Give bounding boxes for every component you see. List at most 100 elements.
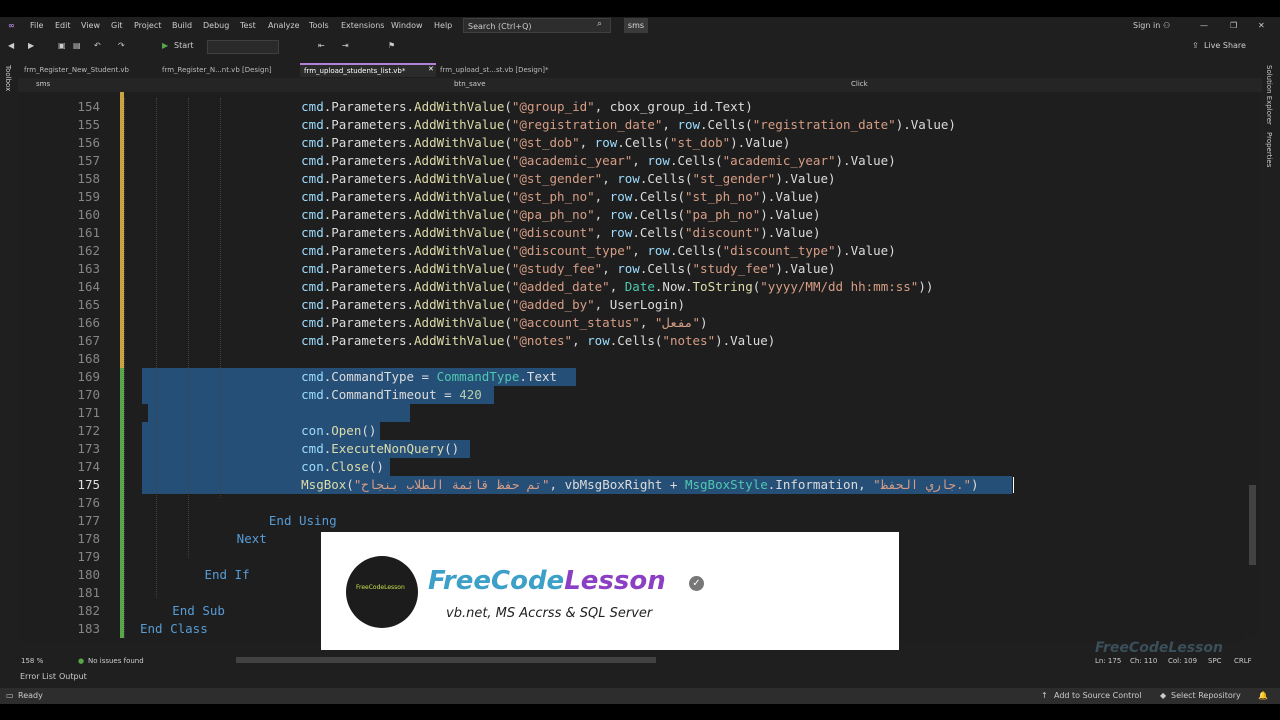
menu-file[interactable]: File [30, 21, 43, 30]
live-share-icon[interactable]: ⇪ [1192, 41, 1199, 50]
code-line[interactable]: cmd.Parameters.AddWithValue("@st_dob", r… [301, 134, 790, 152]
code-line[interactable]: cmd.Parameters.AddWithValue("@study_fee"… [301, 260, 835, 278]
solution-explorer-tab[interactable]: Solution Explorer [1265, 65, 1273, 125]
code-line[interactable]: cmd.Parameters.AddWithValue("@discount",… [301, 224, 820, 242]
bookmark-icon[interactable]: ⚑ [388, 41, 395, 50]
project-dropdown[interactable]: sms [36, 80, 50, 88]
change-tracking-bar-unsaved [120, 92, 124, 368]
close-tab-icon[interactable]: ✕ [428, 65, 434, 73]
save-all-icon[interactable]: ▤ [73, 41, 81, 50]
zoom-level[interactable]: 158 % [21, 657, 43, 665]
menu-test[interactable]: Test [240, 21, 256, 30]
code-line[interactable]: End Class [140, 620, 208, 638]
menu-debug[interactable]: Debug [203, 21, 229, 30]
code-line[interactable]: cmd.Parameters.AddWithValue("@notes", ro… [301, 332, 775, 350]
menu-build[interactable]: Build [172, 21, 192, 30]
indent-icon[interactable]: ⇥ [342, 41, 349, 50]
object-dropdown[interactable]: btn_save [454, 80, 486, 88]
menu-extensions[interactable]: Extensions [341, 21, 384, 30]
start-icon[interactable]: ▶ [162, 41, 168, 50]
line-number: 178 [77, 531, 100, 546]
format-icon[interactable]: ⇤ [318, 41, 325, 50]
code-line[interactable]: MsgBox("تم حفظ قائمة الطلاب بنجاح", vbMs… [301, 476, 978, 494]
source-control-icon: ↑ [1041, 691, 1048, 700]
toolbox-strip[interactable]: Toolbox [0, 57, 18, 657]
select-repository[interactable]: Select Repository [1171, 691, 1241, 700]
save-icon[interactable]: ▣ [58, 41, 66, 50]
menu-tools[interactable]: Tools [309, 21, 329, 30]
status-bar: ▭ Ready ↑ Add to Source Control ◆ Select… [0, 688, 1280, 704]
forward-icon[interactable]: ▶ [28, 41, 34, 50]
code-line[interactable]: cmd.Parameters.AddWithValue("@added_date… [301, 278, 933, 296]
code-line[interactable]: End Using [269, 512, 337, 530]
code-line[interactable]: cmd.Parameters.AddWithValue("@pa_ph_no",… [301, 206, 820, 224]
code-line[interactable]: con.Open() [301, 422, 376, 440]
search-input[interactable]: Search (Ctrl+Q) [463, 18, 611, 33]
code-line[interactable]: cmd.Parameters.AddWithValue("@discount_t… [301, 242, 896, 260]
line-number: 160 [77, 207, 100, 222]
brand-name-part1: FreeCode [428, 566, 565, 596]
bottom-border [0, 704, 1280, 720]
code-line[interactable]: cmd.Parameters.AddWithValue("@account_st… [301, 314, 707, 332]
code-line[interactable]: cmd.Parameters.AddWithValue("@registrati… [301, 116, 956, 134]
tab-upload-design[interactable]: frm_upload_st...st.vb [Design]* [436, 63, 576, 77]
brand-name: FreeCodeLesson [428, 566, 666, 596]
config-dropdown[interactable] [207, 40, 279, 54]
code-line[interactable]: cmd.Parameters.AddWithValue("@added_by",… [301, 296, 685, 314]
tab-upload-students-list[interactable]: frm_upload_students_list.vb* [300, 63, 436, 77]
menu-git[interactable]: Git [111, 21, 123, 30]
live-share-button[interactable]: Live Share [1204, 41, 1246, 50]
line-number: 180 [77, 567, 100, 582]
code-line[interactable]: Next [237, 530, 267, 548]
tab-error-list[interactable]: Error List [20, 672, 56, 681]
toolbar: ◀ ▶ ▣ ▤ ↶ ↷ ▶ Start ⇤ ⇥ ⚑ ⇪ Live Share [0, 37, 1280, 57]
event-dropdown[interactable]: Click [851, 80, 868, 88]
code-line[interactable]: End Sub [172, 602, 225, 620]
vs-logo-icon[interactable]: ∞ [8, 21, 15, 30]
status-icon: ▭ [6, 691, 14, 700]
maximize-icon[interactable]: ❐ [1230, 21, 1237, 30]
line-number: 183 [77, 621, 100, 636]
sign-in-link[interactable]: Sign in [1133, 21, 1160, 30]
line-number: 167 [77, 333, 100, 348]
indent-guide [188, 98, 189, 558]
line-number: 176 [77, 495, 100, 510]
back-icon[interactable]: ◀ [8, 41, 14, 50]
code-line[interactable]: cmd.ExecuteNonQuery() [301, 440, 459, 458]
code-line[interactable]: cmd.CommandTimeout = 420 [301, 386, 482, 404]
undo-icon[interactable]: ↶ [94, 41, 101, 50]
right-panel-strip: Solution Explorer Properties [1262, 57, 1280, 657]
menu-window[interactable]: Window [391, 21, 423, 30]
code-line[interactable]: cmd.Parameters.AddWithValue("@st_gender"… [301, 170, 835, 188]
code-line[interactable]: cmd.Parameters.AddWithValue("@academic_y… [301, 152, 896, 170]
whitespace-mode[interactable]: SPC [1208, 657, 1222, 665]
redo-icon[interactable]: ↷ [118, 41, 125, 50]
menu-view[interactable]: View [81, 21, 100, 30]
line-number: 173 [77, 441, 100, 456]
close-icon[interactable]: ✕ [1258, 21, 1265, 30]
tab-output[interactable]: Output [59, 672, 87, 681]
properties-tab[interactable]: Properties [1265, 132, 1273, 167]
menu-help[interactable]: Help [434, 21, 452, 30]
code-line[interactable]: con.Close() [301, 458, 384, 476]
menu-project[interactable]: Project [134, 21, 161, 30]
account-icon[interactable]: ⚇ [1163, 21, 1170, 30]
menu-analyze[interactable]: Analyze [268, 21, 300, 30]
add-to-source-control[interactable]: Add to Source Control [1054, 691, 1142, 700]
line-ending[interactable]: CRLF [1234, 657, 1252, 665]
start-button[interactable]: Start [174, 41, 194, 50]
menu-edit[interactable]: Edit [55, 21, 71, 30]
horizontal-scrollbar[interactable] [236, 657, 656, 663]
notifications-icon[interactable]: 🔔 [1258, 691, 1268, 700]
toolbox-label[interactable]: Toolbox [4, 65, 12, 91]
code-line[interactable]: End If [204, 566, 249, 584]
code-line[interactable]: cmd.CommandType = CommandType.Text [301, 368, 557, 386]
tab-register-design[interactable]: frm_Register_N...nt.vb [Design] [158, 63, 298, 77]
issues-status[interactable]: No issues found [88, 657, 144, 665]
code-line[interactable]: cmd.Parameters.AddWithValue("@st_ph_no",… [301, 188, 820, 206]
tab-register-new-student[interactable]: frm_Register_New_Student.vb [20, 63, 158, 77]
line-number: 171 [77, 405, 100, 420]
code-line[interactable]: cmd.Parameters.AddWithValue("@group_id",… [301, 98, 753, 116]
minimize-icon[interactable]: — [1200, 21, 1208, 30]
scrollbar-thumb[interactable] [1249, 485, 1256, 565]
